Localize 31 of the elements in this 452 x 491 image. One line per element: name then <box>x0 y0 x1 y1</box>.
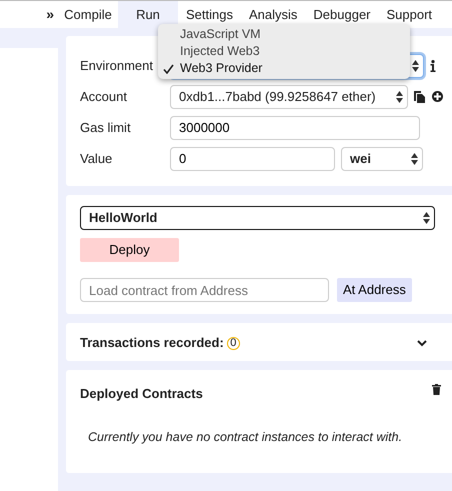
contract-select[interactable]: HelloWorld <box>80 206 435 230</box>
copy-icon[interactable] <box>414 90 426 102</box>
address-field[interactable]: Load contract from Address <box>80 278 329 302</box>
value-field[interactable]: 0 <box>170 146 335 170</box>
chevron-down-icon[interactable] <box>417 340 427 346</box>
checkmark-icon <box>163 64 174 74</box>
section-title: Transactions recorded: <box>80 334 224 352</box>
tab[interactable]: Run <box>118 1 178 28</box>
unit-select[interactable]: wei <box>341 146 423 170</box>
field-label: Value <box>80 150 114 168</box>
count-badge: 0 <box>226 336 240 350</box>
menu-item[interactable]: JavaScript VM <box>158 26 410 43</box>
plus-circle-icon[interactable] <box>432 91 443 102</box>
deploy-button[interactable]: Deploy <box>80 238 179 262</box>
updown-arrow-icon <box>411 152 418 164</box>
menu-item[interactable]: Web3 Provider <box>158 60 410 77</box>
field-label: Gas limit <box>80 118 132 137</box>
at-address-button[interactable]: At Address <box>337 278 412 302</box>
section-title: Deployed Contracts <box>80 385 203 403</box>
updown-arrow-icon <box>412 60 419 72</box>
gas-limit-field[interactable]: 3000000 <box>170 116 420 140</box>
trash-icon[interactable] <box>432 384 441 395</box>
field-label: Environment <box>80 56 154 75</box>
field-label: Account <box>80 88 128 106</box>
info-icon[interactable] <box>430 60 436 72</box>
empty-message: Currently you have no contract instances to interact with. <box>88 428 404 446</box>
menu-item[interactable]: Injected Web3 <box>158 43 410 60</box>
panel-toggle[interactable]: » <box>0 1 58 28</box>
updown-arrow-icon <box>423 212 430 224</box>
account-select[interactable]: 0xdb1...7babd (99.9258647 ether) <box>170 84 408 108</box>
updown-arrow-icon <box>396 90 403 102</box>
